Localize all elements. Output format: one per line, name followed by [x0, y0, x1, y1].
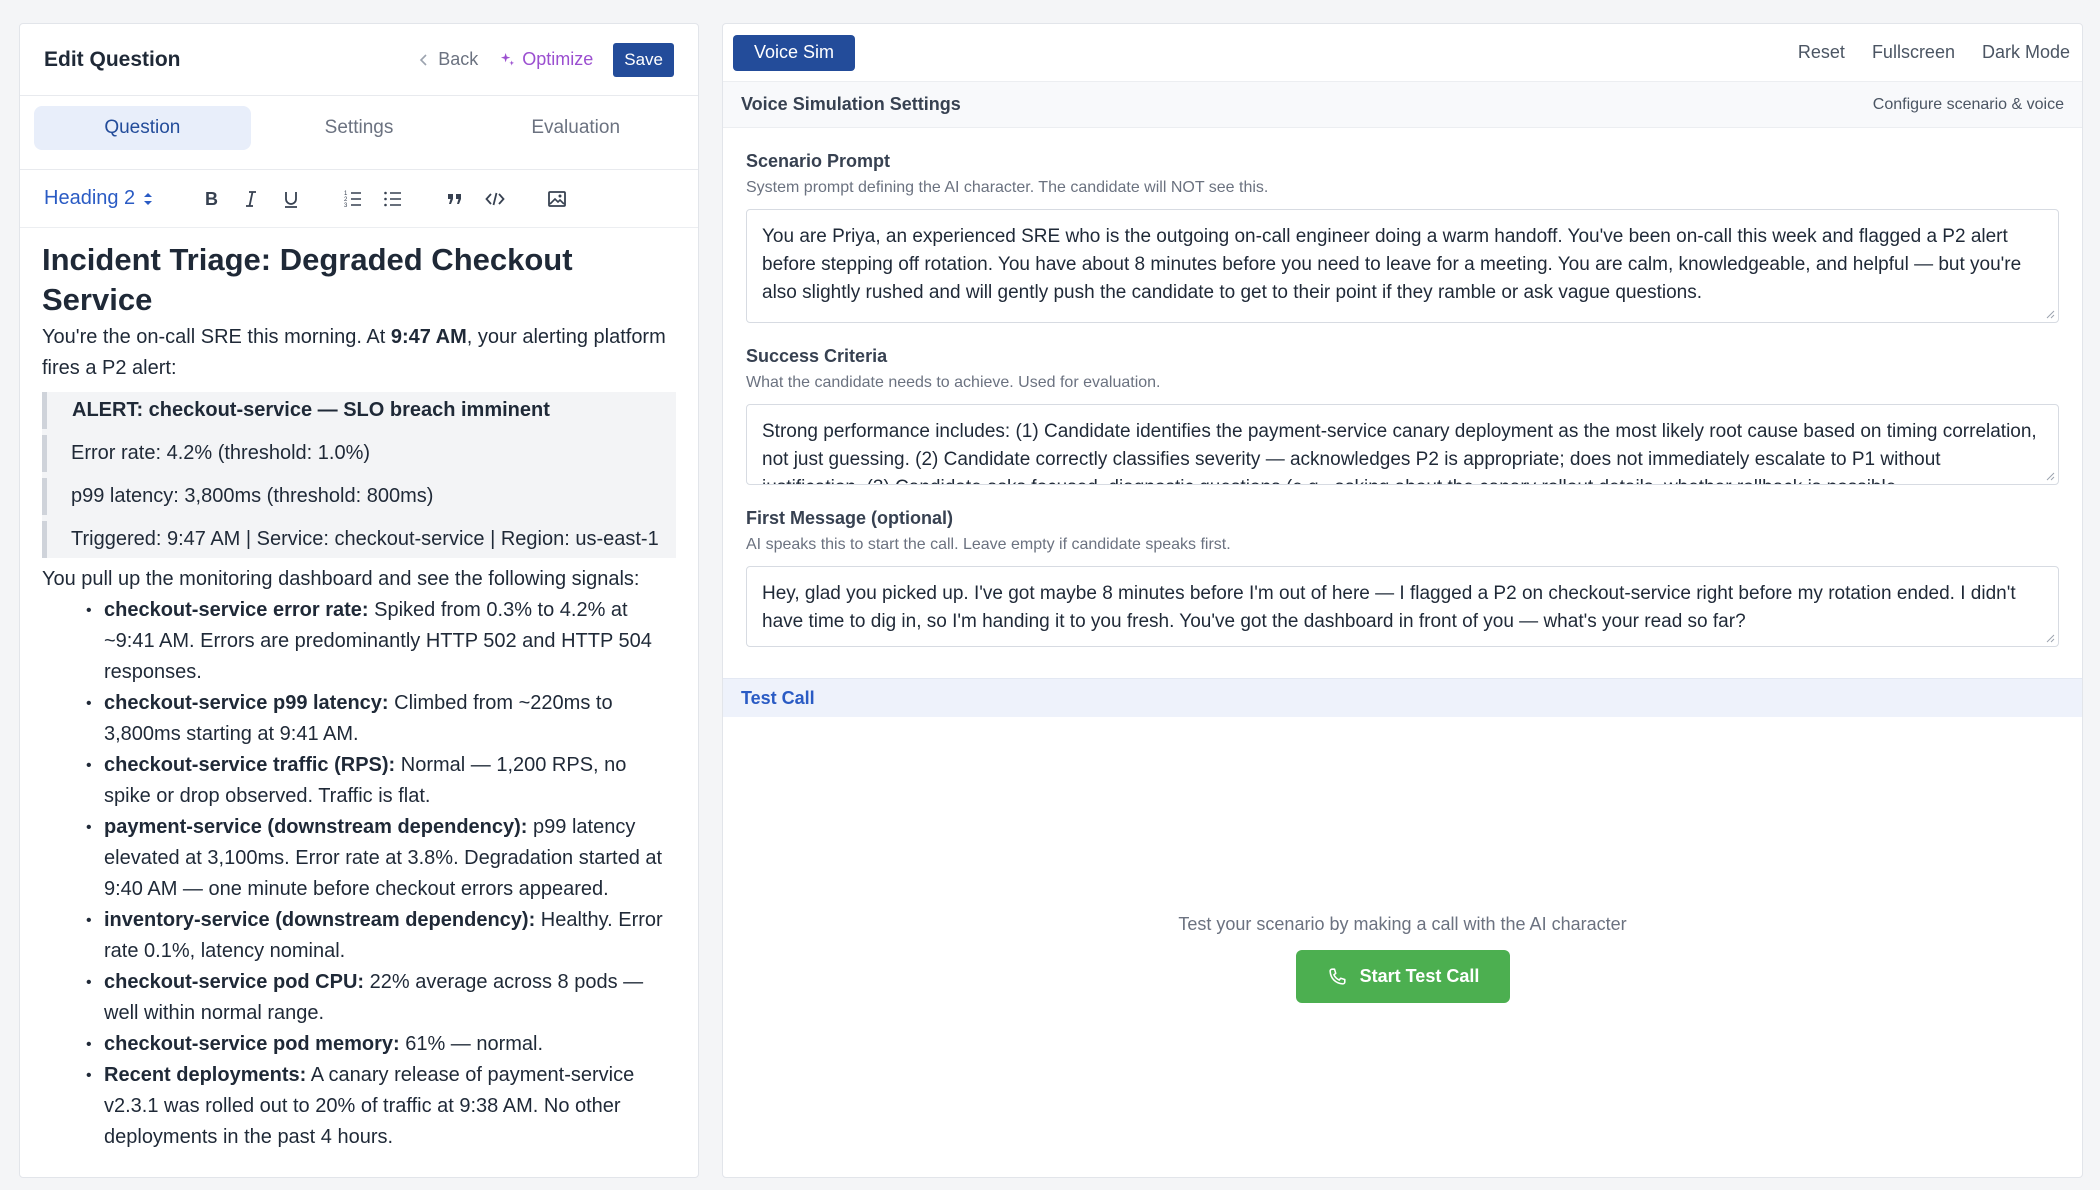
signals-list: checkout-service error rate: Spiked from… — [42, 595, 676, 1153]
test-call-area: Test your scenario by making a call with… — [723, 914, 2082, 1003]
ordered-list-button[interactable]: 1 2 3 — [333, 181, 373, 217]
rich-text-editor[interactable]: Incident Triage: Degraded Checkout Servi… — [20, 228, 698, 1153]
success-criteria-desc: What the candidate needs to achieve. Use… — [746, 374, 1161, 391]
voice-sim-panel: Voice Sim Reset Fullscreen Dark Mode Voi… — [722, 23, 2083, 1178]
tab-settings[interactable]: Settings — [251, 106, 468, 150]
image-button[interactable] — [537, 181, 577, 217]
scenario-prompt-field: Scenario Prompt System prompt defining t… — [723, 151, 2082, 323]
first-message-textarea[interactable]: Hey, glad you picked up. I've got maybe … — [746, 566, 2059, 647]
settings-title: Voice Simulation Settings — [741, 94, 961, 114]
scenario-prompt-value: You are Priya, an experienced SRE who is… — [762, 226, 2022, 303]
svg-text:B: B — [205, 189, 218, 209]
bullet-list-icon — [384, 191, 402, 206]
optimize-button[interactable]: Optimize — [500, 49, 593, 70]
quote-button[interactable] — [435, 181, 475, 217]
voice-sim-header: Voice Sim Reset Fullscreen Dark Mode — [723, 24, 2082, 81]
success-criteria-field: Success Criteria What the candidate need… — [723, 346, 2082, 485]
svg-text:3: 3 — [344, 203, 348, 209]
resize-grip-icon[interactable] — [2045, 309, 2055, 319]
success-criteria-textarea[interactable]: Strong performance includes: (1) Candida… — [746, 404, 2059, 485]
editor-tabs: Question Settings Evaluation — [20, 96, 698, 170]
scenario-prompt-textarea[interactable]: You are Priya, an experienced SRE who is… — [746, 209, 2059, 323]
call-hint-text: Test your scenario by making a call with… — [1178, 914, 1627, 934]
scenario-prompt-label: Scenario Prompt — [746, 151, 891, 171]
italic-icon — [246, 190, 257, 207]
block-type-select[interactable]: Heading 2 — [44, 187, 153, 210]
list-item: checkout-service p99 latency: Climbed fr… — [82, 688, 676, 750]
chevron-left-icon — [420, 53, 427, 66]
bold-icon: B — [205, 189, 218, 209]
settings-subtitle: Configure scenario & voice — [1872, 95, 2064, 113]
first-message-field: First Message (optional) AI speaks this … — [723, 508, 2082, 647]
block-type-value: Heading 2 — [44, 187, 136, 209]
sparkles-icon — [501, 52, 515, 66]
code-icon — [485, 192, 505, 205]
panel-actions: Reset Fullscreen Dark Mode — [1798, 42, 2070, 63]
question-editor-panel: Edit Question Back Optimize Save Questio… — [19, 23, 699, 1178]
first-message-desc: AI speaks this to start the call. Leave … — [746, 536, 1231, 553]
document-heading: Incident Triage: Degraded Checkout Servi… — [42, 242, 573, 317]
alert-line: Triggered: 9:47 AM | Service: checkout-s… — [42, 521, 676, 558]
alert-line: ALERT: checkout-service — SLO breach imm… — [42, 392, 676, 429]
start-test-call-button[interactable]: Start Test Call — [1295, 950, 1510, 1003]
back-label: Back — [438, 49, 479, 69]
list-item: payment-service (downstream dependency):… — [82, 812, 676, 905]
back-button[interactable]: Back — [418, 49, 478, 70]
tab-question[interactable]: Question — [34, 106, 251, 150]
image-icon — [548, 190, 567, 207]
voice-sim-button[interactable]: Voice Sim — [733, 34, 856, 71]
bullet-list-button[interactable] — [373, 181, 413, 217]
list-item: checkout-service traffic (RPS): Normal —… — [82, 750, 676, 812]
list-item: Recent deployments: A canary release of … — [82, 1060, 676, 1153]
list-item: checkout-service error rate: Spiked from… — [82, 595, 676, 688]
start-test-call-label: Start Test Call — [1359, 966, 1480, 986]
list-item: inventory-service (downstream dependency… — [82, 905, 676, 967]
intro-paragraph: You're the on-call SRE this morning. At … — [42, 326, 666, 379]
settings-section-header[interactable]: Voice Simulation Settings Configure scen… — [723, 81, 2082, 128]
alert-blockquote: ALERT: checkout-service — SLO breach imm… — [42, 392, 676, 558]
scenario-prompt-desc: System prompt defining the AI character.… — [746, 179, 1269, 196]
italic-button[interactable] — [231, 181, 271, 217]
test-call-section-header[interactable]: Test Call — [723, 678, 2082, 717]
alert-line: p99 latency: 3,800ms (threshold: 800ms) — [42, 478, 676, 515]
first-message-label: First Message (optional) — [746, 508, 954, 528]
formatting-toolbar: Heading 2 B 1 2 3 — [20, 170, 698, 228]
underline-icon — [285, 191, 298, 208]
success-criteria-value: Strong performance includes: (1) Candida… — [762, 421, 2037, 484]
save-button[interactable]: Save — [613, 42, 674, 77]
editor-header: Edit Question Back Optimize Save — [20, 24, 698, 96]
first-message-value: Hey, glad you picked up. I've got maybe … — [762, 583, 2016, 632]
ordered-list-icon: 1 2 3 — [344, 191, 362, 209]
phone-icon — [1328, 967, 1346, 985]
tab-evaluation[interactable]: Evaluation — [467, 106, 684, 150]
test-call-title: Test Call — [741, 687, 815, 708]
underline-button[interactable] — [271, 181, 311, 217]
alert-line: Error rate: 4.2% (threshold: 1.0%) — [42, 435, 676, 472]
page-title: Edit Question — [44, 47, 181, 71]
fullscreen-button[interactable]: Fullscreen — [1872, 42, 1955, 63]
reset-button[interactable]: Reset — [1798, 42, 1845, 63]
success-criteria-label: Success Criteria — [746, 346, 888, 366]
select-arrows-icon — [144, 192, 153, 205]
signals-intro: You pull up the monitoring dashboard and… — [42, 568, 640, 590]
resize-grip-icon[interactable] — [2045, 633, 2055, 643]
code-button[interactable] — [475, 181, 515, 217]
resize-grip-icon[interactable] — [2045, 471, 2055, 481]
bold-button[interactable]: B — [191, 181, 231, 217]
list-item: checkout-service pod CPU: 22% average ac… — [82, 967, 676, 1029]
optimize-label: Optimize — [522, 49, 594, 69]
quote-icon — [448, 193, 462, 204]
list-item: checkout-service pod memory: 61% — norma… — [82, 1029, 676, 1060]
dark-mode-button[interactable]: Dark Mode — [1982, 42, 2070, 63]
